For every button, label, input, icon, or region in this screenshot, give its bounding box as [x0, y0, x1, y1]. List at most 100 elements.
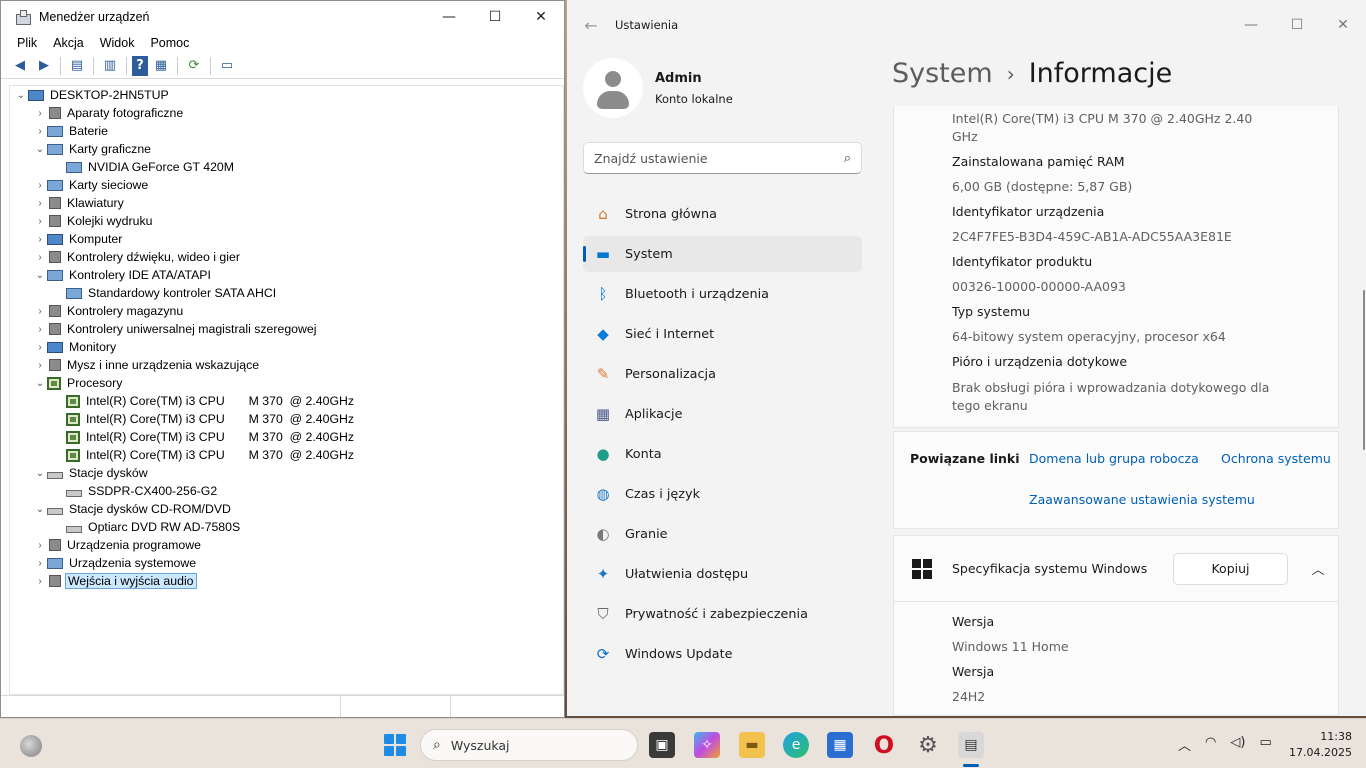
expand-chevron-icon[interactable]: ›: [33, 306, 47, 317]
tree-item[interactable]: › Kolejki wydruku: [10, 212, 563, 230]
menu-view[interactable]: Widok: [92, 36, 143, 50]
expand-chevron-icon[interactable]: ›: [33, 576, 47, 587]
tree-item[interactable]: › Monitory: [10, 338, 563, 356]
tree-item[interactable]: › Karty sieciowe: [10, 176, 563, 194]
back-arrow-icon[interactable]: ◀: [9, 56, 31, 76]
chevron-up-icon[interactable]: ︿: [1298, 559, 1338, 578]
nav-item[interactable]: ✦ Ułatwienia dostępu: [583, 556, 862, 592]
nav-item[interactable]: ◍ Czas i język: [583, 476, 862, 512]
tree-item[interactable]: › Urządzenia programowe: [10, 536, 563, 554]
nav-item[interactable]: ✎ Personalizacja: [583, 356, 862, 392]
menu-action[interactable]: Akcja: [45, 36, 92, 50]
tree-item[interactable]: ⌄ DESKTOP-2HN5TUP: [10, 86, 563, 104]
tree-item[interactable]: Intel(R) Core(TM) i3 CPU M 370 @ 2.40GHz: [10, 428, 563, 446]
tree-item[interactable]: ⌄ Stacje dysków CD-ROM/DVD: [10, 500, 563, 518]
close-button[interactable]: ✕: [1320, 17, 1366, 33]
scrollbar[interactable]: [1363, 290, 1365, 450]
tree-item[interactable]: › Urządzenia systemowe: [10, 554, 563, 572]
collapse-chevron-icon[interactable]: ⌄: [33, 504, 47, 515]
tree-item[interactable]: › Kontrolery uniwersalnej magistrali szer…: [10, 320, 563, 338]
opera-browser-icon[interactable]: O: [871, 731, 897, 759]
advanced-system-settings-link[interactable]: Zaawansowane ustawienia systemu: [1029, 492, 1255, 507]
maximize-button[interactable]: ☐: [472, 1, 518, 33]
scan-hardware-icon[interactable]: ▭: [216, 56, 238, 76]
expand-chevron-icon[interactable]: ›: [33, 216, 47, 227]
settings-gear-icon[interactable]: ⚙: [915, 732, 941, 758]
nav-item[interactable]: ⌂ Strona główna: [583, 196, 862, 232]
expand-chevron-icon[interactable]: ›: [33, 252, 47, 263]
tree-item[interactable]: › Wejścia i wyjścia audio: [10, 572, 563, 590]
domain-workgroup-link[interactable]: Domena lub grupa robocza: [1029, 451, 1199, 466]
nav-item[interactable]: ● Konta: [583, 436, 862, 472]
chevron-up-icon[interactable]: ︿: [1178, 735, 1191, 754]
tree-item[interactable]: Optiarc DVD RW AD-7580S: [10, 518, 563, 536]
back-arrow-icon[interactable]: ←: [567, 16, 615, 35]
device-tree[interactable]: ⌄ DESKTOP-2HN5TUP › Aparaty fotograficzne › B…: [9, 85, 564, 695]
tree-item[interactable]: › Aparaty fotograficzne: [10, 104, 563, 122]
maximize-button[interactable]: ☐: [1274, 17, 1320, 33]
expand-chevron-icon[interactable]: ›: [33, 324, 47, 335]
tree-item[interactable]: Intel(R) Core(TM) i3 CPU M 370 @ 2.40GHz: [10, 392, 563, 410]
collapse-chevron-icon[interactable]: ⌄: [33, 270, 47, 281]
nav-item[interactable]: ▬ System: [583, 236, 862, 272]
minimize-button[interactable]: —: [426, 1, 472, 33]
collapse-chevron-icon[interactable]: ⌄: [33, 468, 47, 479]
minimize-button[interactable]: —: [1228, 17, 1274, 33]
collapse-chevron-icon[interactable]: ⌄: [33, 144, 47, 155]
nav-item[interactable]: ⟳ Windows Update: [583, 636, 862, 672]
tree-item[interactable]: Intel(R) Core(TM) i3 CPU M 370 @ 2.40GHz: [10, 446, 563, 464]
tree-item[interactable]: ⌄ Stacje dysków: [10, 464, 563, 482]
expand-chevron-icon[interactable]: ›: [33, 108, 47, 119]
expand-chevron-icon[interactable]: ›: [33, 198, 47, 209]
tree-item[interactable]: SSDPR-CX400-256-G2: [10, 482, 563, 500]
task-view-icon[interactable]: ▣: [649, 732, 675, 758]
menu-help[interactable]: Pomoc: [142, 36, 197, 50]
tree-item[interactable]: Standardowy kontroler SATA AHCI: [10, 284, 563, 302]
expand-chevron-icon[interactable]: ›: [33, 558, 47, 569]
device-manager-taskbar-icon[interactable]: ▤: [958, 732, 984, 758]
edge-browser-icon[interactable]: e: [783, 732, 809, 758]
expand-chevron-icon[interactable]: ›: [33, 342, 47, 353]
close-button[interactable]: ✕: [518, 1, 564, 33]
breadcrumb-system[interactable]: System: [892, 58, 993, 89]
help-icon[interactable]: ?: [132, 55, 148, 76]
nav-item[interactable]: ◐ Granie: [583, 516, 862, 552]
wifi-icon[interactable]: ◠: [1205, 735, 1216, 754]
nav-item[interactable]: ᛒ Bluetooth i urządzenia: [583, 276, 862, 312]
tree-item[interactable]: › Baterie: [10, 122, 563, 140]
expand-chevron-icon[interactable]: ›: [33, 234, 47, 245]
view-icon[interactable]: ▦: [150, 56, 172, 76]
tree-item[interactable]: ⌄ Kontrolery IDE ATA/ATAPI: [10, 266, 563, 284]
forward-arrow-icon[interactable]: ▶: [33, 56, 55, 76]
properties-icon[interactable]: ▥: [99, 56, 121, 76]
update-driver-icon[interactable]: ⟳: [183, 56, 205, 76]
collapse-chevron-icon[interactable]: ⌄: [33, 378, 47, 389]
system-protection-link[interactable]: Ochrona systemu: [1221, 451, 1331, 466]
widgets-icon[interactable]: [20, 735, 42, 757]
volume-icon[interactable]: ◁): [1230, 735, 1245, 754]
microsoft-store-icon[interactable]: ▦: [827, 732, 853, 758]
expand-chevron-icon[interactable]: ›: [33, 360, 47, 371]
nav-item[interactable]: ⛉ Prywatność i zabezpieczenia: [583, 596, 862, 632]
taskbar-search-input[interactable]: ⌕ Wyszukaj: [420, 729, 638, 761]
copy-button[interactable]: Kopiuj: [1173, 552, 1288, 585]
clock[interactable]: 11:38 17.04.2025: [1282, 729, 1352, 761]
battery-icon[interactable]: ▭: [1259, 735, 1271, 754]
show-hide-tree-icon[interactable]: ▤: [66, 56, 88, 76]
nav-item[interactable]: ◆ Sieć i Internet: [583, 316, 862, 352]
user-profile[interactable]: Admin Konto lokalne: [583, 58, 733, 118]
tree-item[interactable]: ⌄ Karty graficzne: [10, 140, 563, 158]
tree-item[interactable]: NVIDIA GeForce GT 420M: [10, 158, 563, 176]
file-explorer-icon[interactable]: ▬: [739, 732, 765, 758]
settings-search-input[interactable]: Znajdź ustawienie ⌕: [583, 142, 862, 174]
tree-item[interactable]: › Kontrolery magazynu: [10, 302, 563, 320]
menu-file[interactable]: Plik: [9, 36, 45, 50]
tree-item[interactable]: › Komputer: [10, 230, 563, 248]
tree-item[interactable]: ⌄ Procesory: [10, 374, 563, 392]
tree-item[interactable]: › Klawiatury: [10, 194, 563, 212]
nav-item[interactable]: ▦ Aplikacje: [583, 396, 862, 432]
copilot-icon[interactable]: ✧: [694, 732, 720, 758]
start-button[interactable]: [384, 734, 406, 756]
windows-spec-header[interactable]: Specyfikacja systemu Windows Kopiuj ︿: [894, 536, 1338, 602]
tree-item[interactable]: › Mysz i inne urządzenia wskazujące: [10, 356, 563, 374]
